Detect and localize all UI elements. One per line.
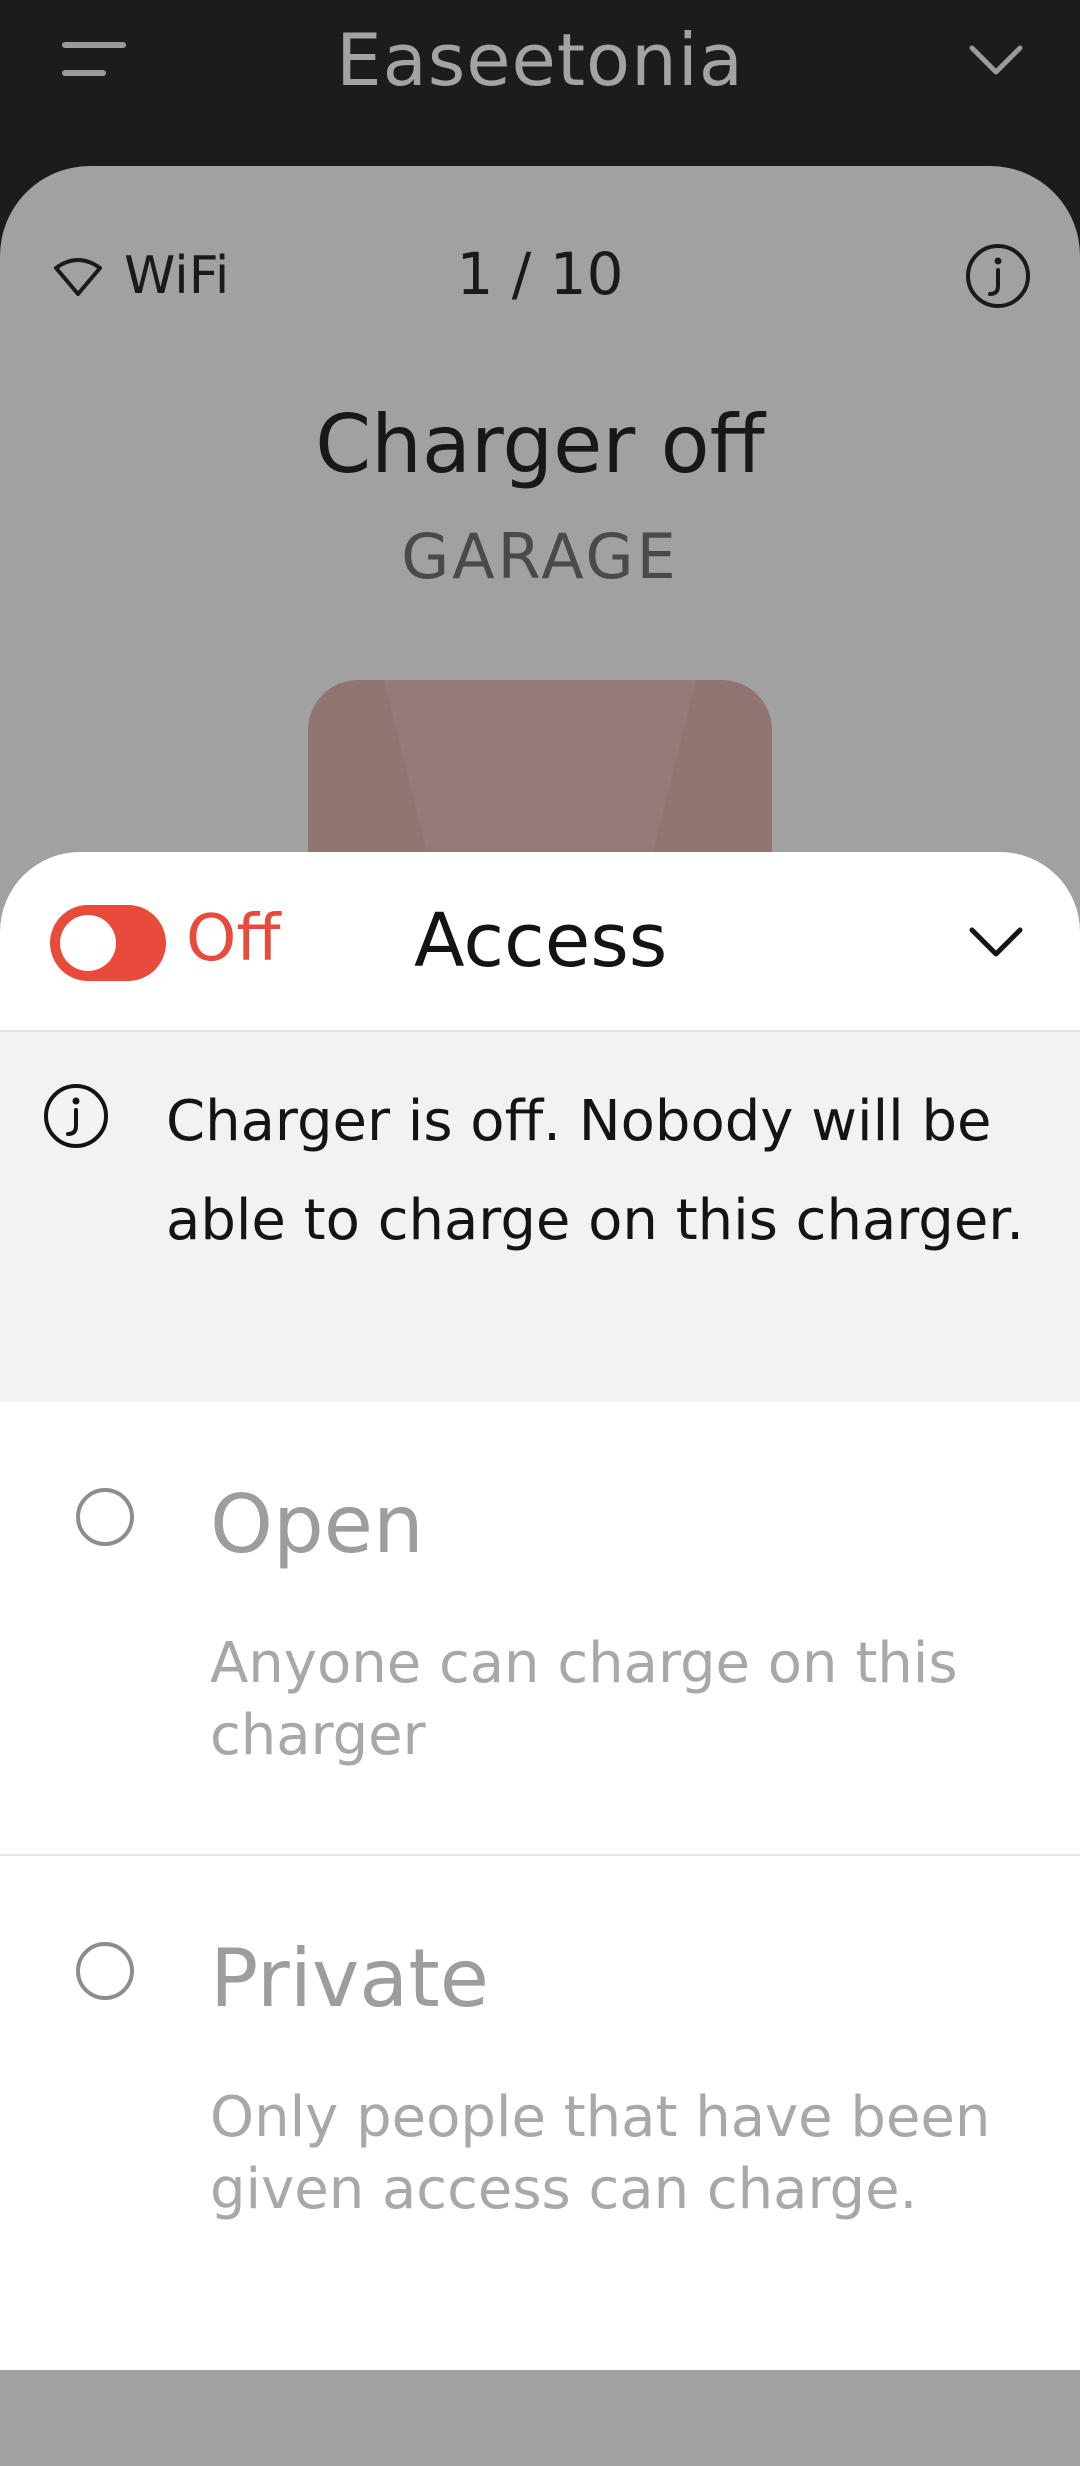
- app-bar: Easeetonia: [0, 0, 1080, 160]
- toggle-label: Off: [186, 902, 281, 976]
- charger-counter: 1 / 10: [456, 240, 624, 308]
- info-icon[interactable]: [964, 242, 1032, 310]
- option-title: Open: [210, 1478, 424, 1571]
- charger-power-toggle[interactable]: [50, 905, 166, 981]
- sheet-title: Access: [414, 898, 668, 984]
- chevron-down-icon[interactable]: [966, 38, 1026, 84]
- radio-button-open[interactable]: [76, 1488, 134, 1546]
- option-description: Only people that have been given access …: [210, 2085, 991, 2222]
- info-notice: Charger is off. Nobody will be able to c…: [0, 1032, 1080, 1402]
- sheet-header: Off Access: [0, 852, 1080, 1032]
- radio-button-private[interactable]: [76, 1942, 134, 2000]
- charger-image: [308, 680, 772, 880]
- charger-status: Charger off: [315, 398, 765, 491]
- charger-location: GARAGE: [401, 520, 679, 593]
- access-sheet: Off Access Charger is off. Nobody will b…: [0, 852, 1080, 2370]
- access-option-open[interactable]: Open Anyone can charge on this charger: [0, 1402, 1080, 1856]
- access-option-private[interactable]: Private Only people that have been given…: [0, 1856, 1080, 2308]
- option-description: Anyone can charge on this charger: [210, 1631, 958, 1768]
- chevron-down-icon[interactable]: [966, 920, 1026, 964]
- app-title: Easeetonia: [336, 18, 744, 102]
- info-icon: [44, 1084, 108, 1148]
- notice-text: Charger is off. Nobody will be able to c…: [166, 1089, 1024, 1253]
- option-title: Private: [210, 1932, 489, 2025]
